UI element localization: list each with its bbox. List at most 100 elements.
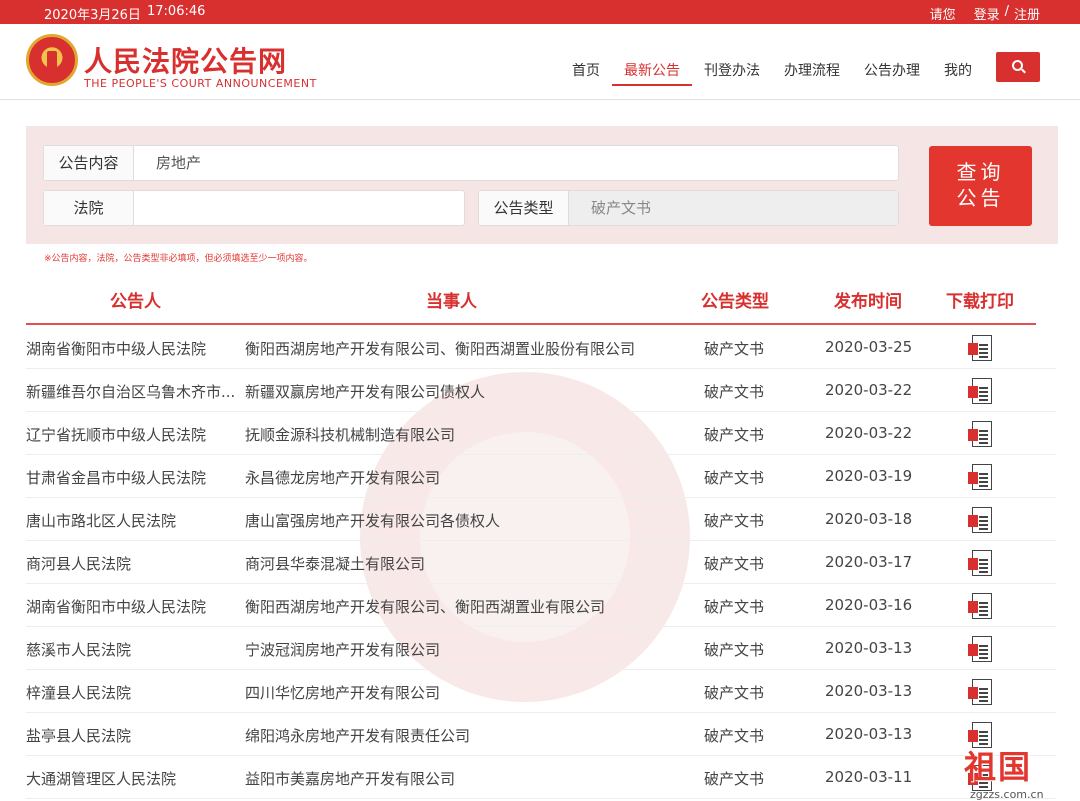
search-panel xyxy=(26,126,1058,244)
court-field[interactable]: 法院 xyxy=(43,190,465,226)
row-date: 2020-03-13 xyxy=(825,725,913,743)
row-court: 新疆维吾尔自治区乌鲁木齐市... xyxy=(26,383,236,401)
nav-item-home[interactable]: 首页 xyxy=(560,48,612,86)
row-party[interactable]: 抚顺金源科技机械制造有限公司 xyxy=(245,424,685,445)
row-court: 唐山市路北区人民法院 xyxy=(26,512,177,530)
row-court: 慈溪市人民法院 xyxy=(26,641,132,659)
row-date: 2020-03-16 xyxy=(825,596,913,614)
table-header: 公告人 当事人 公告类型 发布时间 下载打印 xyxy=(26,277,1036,325)
pdf-download-icon[interactable] xyxy=(968,378,992,404)
row-court: 盐亭县人民法院 xyxy=(26,727,132,745)
pdf-download-icon[interactable] xyxy=(968,421,992,447)
nav-item-mine[interactable]: 我的 xyxy=(932,48,984,86)
row-court: 大通湖管理区人民法院 xyxy=(26,770,177,788)
search-hint: ※公告内容，法院，公告类型非必填项，但必须填选至少一项内容。 xyxy=(44,254,313,264)
content-label: 公告内容 xyxy=(44,146,134,180)
row-type: 破产文书 xyxy=(704,727,765,745)
row-type: 破产文书 xyxy=(704,684,765,702)
greeting-text: 请您 xyxy=(929,8,956,23)
row-date: 2020-03-22 xyxy=(825,381,913,399)
row-type: 破产文书 xyxy=(704,555,765,573)
brand-name: 祖国 xyxy=(964,748,1033,786)
row-court: 辽宁省抚顺市中级人民法院 xyxy=(26,426,207,444)
pdf-download-icon[interactable] xyxy=(968,679,992,705)
row-court: 商河县人民法院 xyxy=(26,555,132,573)
row-date: 2020-03-18 xyxy=(825,510,913,528)
nav-item-handle[interactable]: 公告办理 xyxy=(852,48,932,86)
query-button-line2: 公告 xyxy=(956,186,1005,210)
table-row[interactable]: 梓潼县人民法院 四川华忆房地产开发有限公司 破产文书 2020-03-13 xyxy=(26,670,1056,713)
row-type: 破产文书 xyxy=(704,641,765,659)
current-date: 2020年3月26日 xyxy=(44,8,141,23)
row-type: 破产文书 xyxy=(704,426,765,444)
row-date: 2020-03-13 xyxy=(825,639,913,657)
table-row[interactable]: 湖南省衡阳市中级人民法院 衡阳西湖房地产开发有限公司、衡阳西湖置业有限公司 破产… xyxy=(26,584,1056,627)
court-input[interactable] xyxy=(134,191,156,225)
row-date: 2020-03-25 xyxy=(825,338,913,356)
row-court: 湖南省衡阳市中级人民法院 xyxy=(26,598,207,616)
table-row[interactable]: 大通湖管理区人民法院 益阳市美嘉房地产开发有限公司 破产文书 2020-03-1… xyxy=(26,756,1056,799)
top-bar: 2020年3月26日 17:06:46 请您 登录 / 注册 xyxy=(0,0,1080,24)
nav-item-publish-method[interactable]: 刊登办法 xyxy=(692,48,772,86)
login-link[interactable]: 登录 xyxy=(974,4,1000,23)
header-search-button[interactable] xyxy=(996,52,1040,82)
table-row[interactable]: 盐亭县人民法院 绵阳鸿永房地产开发有限责任公司 破产文书 2020-03-13 xyxy=(26,713,1056,756)
pdf-download-icon[interactable] xyxy=(968,593,992,619)
site-header: 人民法院公告网 THE PEOPLE'S COURT ANNOUNCEMENT … xyxy=(0,24,1080,100)
account-links: 请您 登录 / 注册 xyxy=(930,4,1040,23)
header-date: 发布时间 xyxy=(834,292,902,312)
court-label: 法院 xyxy=(44,191,134,225)
row-party[interactable]: 益阳市美嘉房地产开发有限公司 xyxy=(245,768,685,789)
row-type: 破产文书 xyxy=(704,512,765,530)
brand-site: zgzzs.com.cn xyxy=(970,788,1044,801)
row-party[interactable]: 唐山富强房地产开发有限公司各债权人 xyxy=(245,510,685,531)
row-date: 2020-03-13 xyxy=(825,682,913,700)
row-party[interactable]: 绵阳鸿永房地产开发有限责任公司 xyxy=(245,725,685,746)
table-row[interactable]: 唐山市路北区人民法院 唐山富强房地产开发有限公司各债权人 破产文书 2020-0… xyxy=(26,498,1056,541)
table-row[interactable]: 慈溪市人民法院 宁波冠润房地产开发有限公司 破产文书 2020-03-13 xyxy=(26,627,1056,670)
table-row[interactable]: 湖南省衡阳市中级人民法院 衡阳西湖房地产开发有限公司、衡阳西湖置业股份有限公司 … xyxy=(26,326,1056,369)
row-party[interactable]: 衡阳西湖房地产开发有限公司、衡阳西湖置业股份有限公司 xyxy=(245,338,685,359)
query-button-line1: 查询 xyxy=(956,160,1005,184)
row-type: 破产文书 xyxy=(704,340,765,358)
row-party[interactable]: 宁波冠润房地产开发有限公司 xyxy=(245,639,685,660)
nav-item-process[interactable]: 办理流程 xyxy=(772,48,852,86)
row-party[interactable]: 永昌德龙房地产开发有限公司 xyxy=(245,467,685,488)
site-logo-subtitle: THE PEOPLE'S COURT ANNOUNCEMENT xyxy=(84,77,317,90)
nav-item-latest[interactable]: 最新公告 xyxy=(612,48,692,86)
site-logo-title[interactable]: 人民法院公告网 xyxy=(84,40,287,80)
table-row[interactable]: 新疆维吾尔自治区乌鲁木齐市... 新疆双赢房地产开发有限公司债权人 破产文书 2… xyxy=(26,369,1056,412)
row-type: 破产文书 xyxy=(704,598,765,616)
pdf-download-icon[interactable] xyxy=(968,464,992,490)
row-date: 2020-03-11 xyxy=(825,768,913,786)
pdf-download-icon[interactable] xyxy=(968,507,992,533)
register-link[interactable]: 注册 xyxy=(1014,4,1040,23)
row-date: 2020-03-22 xyxy=(825,424,913,442)
main-nav: 首页 最新公告 刊登办法 办理流程 公告办理 我的 xyxy=(560,48,984,100)
row-type: 破产文书 xyxy=(704,383,765,401)
table-row[interactable]: 辽宁省抚顺市中级人民法院 抚顺金源科技机械制造有限公司 破产文书 2020-03… xyxy=(26,412,1056,455)
row-party[interactable]: 新疆双赢房地产开发有限公司债权人 xyxy=(245,381,685,402)
pdf-download-icon[interactable] xyxy=(968,550,992,576)
row-type: 破产文书 xyxy=(704,469,765,487)
pdf-download-icon[interactable] xyxy=(968,335,992,361)
header-download: 下载打印 xyxy=(946,292,1014,312)
header-announcer: 公告人 xyxy=(110,292,161,312)
row-type: 破产文书 xyxy=(704,770,765,788)
query-button[interactable]: 查询 公告 xyxy=(929,146,1032,226)
row-party[interactable]: 四川华忆房地产开发有限公司 xyxy=(245,682,685,703)
type-select[interactable]: 破产文书 xyxy=(569,191,898,225)
row-party[interactable]: 衡阳西湖房地产开发有限公司、衡阳西湖置业有限公司 xyxy=(245,596,685,617)
row-date: 2020-03-17 xyxy=(825,553,913,571)
type-field[interactable]: 公告类型 破产文书 xyxy=(478,190,899,226)
header-type: 公告类型 xyxy=(701,292,769,312)
row-party[interactable]: 商河县华泰混凝土有限公司 xyxy=(245,553,685,574)
table-row[interactable]: 甘肃省金昌市中级人民法院 永昌德龙房地产开发有限公司 破产文书 2020-03-… xyxy=(26,455,1056,498)
pdf-download-icon[interactable] xyxy=(968,636,992,662)
table-row[interactable]: 商河县人民法院 商河县华泰混凝土有限公司 破产文书 2020-03-17 xyxy=(26,541,1056,584)
content-input[interactable]: 房地产 xyxy=(134,146,201,180)
type-label: 公告类型 xyxy=(479,191,569,225)
content-field[interactable]: 公告内容 房地产 xyxy=(43,145,899,181)
row-date: 2020-03-19 xyxy=(825,467,913,485)
header-party: 当事人 xyxy=(426,292,477,312)
